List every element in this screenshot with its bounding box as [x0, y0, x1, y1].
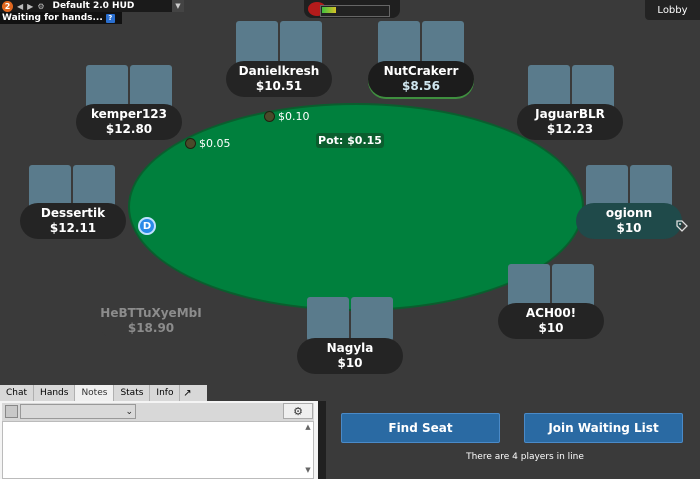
hud-dropdown-icon[interactable]: ▼	[172, 0, 184, 12]
prev-icon[interactable]: ◀	[17, 2, 23, 11]
player-name: Danielkresh	[238, 64, 320, 78]
seat-cards	[236, 21, 322, 65]
player-stack: $12.23	[546, 122, 594, 136]
expand-icon[interactable]: ↗	[180, 385, 194, 401]
bet-amount: $0.05	[199, 137, 231, 150]
hud-title: Default 2.0 HUD	[52, 1, 135, 11]
dealer-button: D	[138, 217, 156, 235]
player-name: ogionn	[605, 206, 653, 220]
player-stack: $10	[337, 356, 363, 370]
seat-cards	[307, 297, 393, 341]
card-back	[508, 264, 550, 308]
player-stack: $8.56	[402, 79, 440, 93]
bet-bb: $0.10	[264, 110, 310, 123]
player-stack: $10	[538, 321, 564, 335]
player-stack: $10.51	[255, 79, 303, 93]
player-stack: $12.80	[105, 122, 153, 136]
card-back	[307, 297, 349, 341]
seat-plate-ach00[interactable]: ACH00! $10	[498, 303, 604, 339]
card-back	[572, 65, 614, 109]
seat-cards	[508, 264, 594, 308]
chip-icon	[185, 138, 196, 149]
tag-icon[interactable]	[676, 220, 688, 232]
tab-info[interactable]: Info	[150, 385, 181, 401]
player-stack: $18.90	[127, 321, 175, 335]
tab-chat[interactable]: Chat	[0, 385, 35, 401]
player-select[interactable]: ⌄	[20, 404, 136, 419]
pot-label: Pot: $0.15	[316, 133, 384, 148]
seat-cards	[378, 21, 464, 65]
player-name: ACH00!	[525, 306, 577, 320]
seat-plate-danielkresh[interactable]: Danielkresh $10.51	[226, 61, 332, 97]
card-back	[552, 264, 594, 308]
seat-plate-nutcrakerr[interactable]: NutCrakerr $8.56	[368, 61, 474, 97]
scroll-down-icon[interactable]: ▼	[303, 466, 313, 476]
player-name: NutCrakerr	[383, 64, 459, 78]
chip-icon	[264, 111, 275, 122]
player-name: kemper123	[91, 107, 167, 121]
player-name: JaguarBLR	[535, 107, 605, 121]
gear-icon: ⚙	[293, 404, 303, 418]
notes-textarea[interactable]	[2, 421, 314, 479]
card-back	[280, 21, 322, 65]
seat-plate-nagyla[interactable]: Nagyla $10	[297, 338, 403, 374]
hud-toolbar: 2 ◀ ▶ ⚙ Default 2.0 HUD ▼	[0, 0, 184, 12]
notes-settings-button[interactable]: ⚙	[283, 403, 313, 419]
waiting-status: Waiting for hands... ?	[0, 12, 122, 24]
scroll-up-icon[interactable]: ▲	[303, 423, 313, 433]
card-back	[422, 21, 464, 65]
card-back	[528, 65, 570, 109]
seat-plate-hebttuxyembi[interactable]: HeBTTuXyeMbI $18.90	[98, 303, 204, 339]
seat-plate-kemper123[interactable]: kemper123 $12.80	[76, 104, 182, 140]
player-stack: $12.11	[49, 221, 97, 235]
seat-plate-jaguarblr[interactable]: JaguarBLR $12.23	[517, 104, 623, 140]
help-icon[interactable]: ?	[105, 13, 115, 23]
card-back	[236, 21, 278, 65]
seat-plate-ogionn[interactable]: ogionn $10	[576, 203, 682, 239]
bet-amount: $0.10	[278, 110, 310, 123]
player-stack: $10	[616, 221, 642, 235]
card-back	[130, 65, 172, 109]
panel-tabs: Chat Hands Notes Stats Info ↗	[0, 385, 207, 401]
bet-sb: $0.05	[185, 137, 231, 150]
find-seat-button[interactable]: Find Seat	[341, 413, 500, 443]
tab-stats[interactable]: Stats	[114, 385, 151, 401]
player-name: HeBTTuXyeMbI	[100, 306, 202, 320]
seat-cards	[528, 65, 614, 109]
join-waiting-list-button[interactable]: Join Waiting List	[524, 413, 683, 443]
timebank-fill	[322, 7, 336, 13]
card-back	[86, 65, 128, 109]
hud-badge: 2	[2, 0, 13, 12]
seat-plate-dessertik[interactable]: Dessertik $12.11	[20, 203, 126, 239]
chevron-down-icon: ⌄	[125, 406, 133, 417]
panel-resize-handle[interactable]	[318, 401, 326, 479]
waiting-line-info: There are 4 players in line	[466, 452, 584, 462]
tab-notes[interactable]: Notes	[75, 385, 115, 401]
player-name: Nagyla	[326, 341, 374, 355]
player-name: Dessertik	[40, 206, 106, 220]
lobby-button[interactable]: Lobby	[645, 0, 700, 20]
next-icon[interactable]: ▶	[27, 2, 33, 11]
seat-cards	[86, 65, 172, 109]
note-color-box[interactable]	[5, 405, 18, 418]
gear-icon[interactable]: ⚙	[37, 2, 44, 11]
card-back	[351, 297, 393, 341]
waiting-text: Waiting for hands...	[2, 13, 103, 23]
tab-hands[interactable]: Hands	[34, 385, 76, 401]
card-back	[378, 21, 420, 65]
